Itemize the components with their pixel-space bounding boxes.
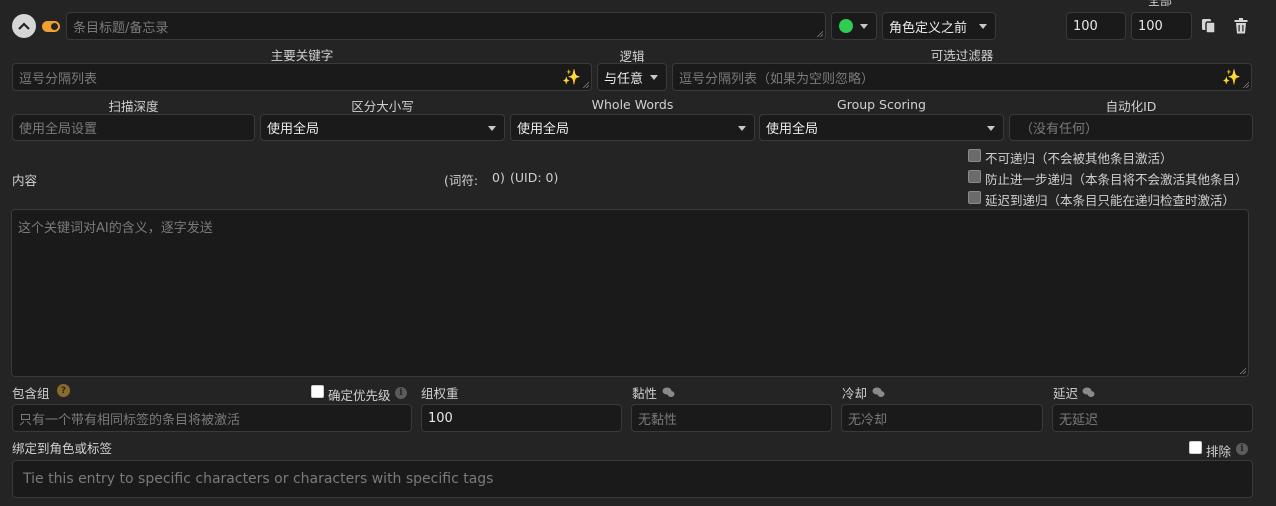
chevron-up-icon	[18, 22, 30, 30]
collapse-button[interactable]	[12, 14, 36, 38]
order-input[interactable]: 100	[1066, 12, 1126, 40]
exclude-label: 排除	[1206, 444, 1232, 459]
chat-bubbles-icon	[1082, 387, 1095, 397]
delay-input[interactable]: 无延迟	[1052, 404, 1253, 432]
chevron-down-icon	[987, 125, 995, 131]
logic-select[interactable]: 与任意	[597, 63, 667, 91]
whole-words-select[interactable]: 使用全局	[510, 114, 755, 141]
trash-icon	[1234, 18, 1248, 34]
group-scoring-value: 使用全局	[766, 122, 819, 137]
position-select[interactable]: 角色定义之前	[882, 12, 996, 40]
entry-title-placeholder: 条目标题/备忘录	[73, 20, 169, 36]
delay-recursion-checkbox[interactable]	[968, 191, 981, 204]
resize-handle[interactable]	[582, 81, 589, 88]
prioritize-label: 确定优先级	[328, 388, 391, 403]
automation-id-input[interactable]: （没有任何）	[1009, 114, 1253, 141]
whole-words-value: 使用全局	[517, 122, 570, 137]
info-icon[interactable]: i	[1236, 443, 1248, 455]
prevent-recursion-label: 防止进一步递归（本条目将不会激活其他条目）	[985, 172, 1248, 187]
position-value: 角色定义之前	[889, 20, 968, 36]
copy-icon	[1202, 19, 1216, 34]
optional-filter-label: 可选过滤器	[930, 48, 994, 63]
status-green-dot	[839, 19, 853, 33]
order-probability-header-label: 全部	[1148, 0, 1173, 8]
scan-depth-input[interactable]: 使用全局设置	[12, 114, 255, 141]
delay-recursion-label: 延迟到递归（本条目只能在递归检查时激活）	[985, 193, 1236, 208]
cooldown-input[interactable]: 无冷却	[841, 404, 1043, 432]
non-recursive-checkbox[interactable]	[968, 149, 981, 162]
scan-depth-label: 扫描深度	[108, 99, 159, 114]
primary-keywords-placeholder: 逗号分隔列表	[19, 71, 98, 87]
toggle-knob	[51, 23, 58, 30]
automation-id-placeholder: （没有任何）	[1020, 122, 1099, 137]
group-weight-label: 组权重	[421, 386, 459, 401]
info-icon[interactable]: i	[395, 387, 407, 399]
resize-handle[interactable]	[816, 30, 823, 37]
cooldown-placeholder: 无冷却	[848, 412, 888, 428]
entry-status-select[interactable]	[831, 12, 877, 40]
entry-enabled-toggle[interactable]	[42, 21, 60, 32]
help-icon[interactable]: ?	[57, 384, 70, 397]
sticky-input[interactable]: 无黏性	[631, 404, 832, 432]
exclude-checkbox[interactable]	[1189, 441, 1202, 454]
content-label: 内容	[12, 173, 38, 188]
primary-keywords-label: 主要关键字	[270, 48, 334, 63]
prevent-recursion-checkbox[interactable]	[968, 170, 981, 183]
chevron-down-icon	[650, 75, 658, 80]
case-sensitive-label: 区分大小写	[351, 99, 414, 114]
chat-bubbles-icon	[662, 387, 675, 397]
token-count-label: (词符:	[444, 173, 479, 188]
case-sensitive-select[interactable]: 使用全局	[260, 114, 505, 141]
scan-depth-placeholder: 使用全局设置	[19, 122, 98, 137]
probability-value: 100	[1138, 18, 1163, 34]
sticky-placeholder: 无黏性	[638, 412, 678, 428]
chevron-down-icon	[860, 24, 868, 29]
cooldown-label: 冷却	[842, 386, 868, 401]
delay-label: 延迟	[1053, 386, 1079, 401]
sparkle-icon[interactable]: ✨	[1222, 68, 1241, 86]
sticky-label: 黏性	[632, 386, 658, 401]
inclusion-group-placeholder: 只有一个带有相同标签的条目将被激活	[19, 412, 241, 428]
duplicate-button[interactable]	[1198, 15, 1220, 37]
order-value: 100	[1073, 18, 1098, 34]
bind-character-label: 绑定到角色或标签	[12, 441, 113, 456]
chevron-down-icon	[488, 125, 496, 131]
resize-handle[interactable]	[1242, 81, 1249, 88]
chat-bubbles-icon	[872, 387, 885, 397]
primary-keywords-input[interactable]: 逗号分隔列表 ✨	[12, 63, 592, 91]
logic-value: 与任意	[604, 71, 644, 87]
inclusion-group-label: 包含组	[12, 386, 50, 401]
case-sensitive-value: 使用全局	[267, 122, 320, 137]
prioritize-checkbox[interactable]	[311, 385, 324, 398]
entry-title-input[interactable]: 条目标题/备忘录	[66, 12, 826, 40]
inclusion-group-input[interactable]: 只有一个带有相同标签的条目将被激活	[12, 404, 412, 432]
content-textarea[interactable]: 这个关键词对AI的含义，逐字发送	[11, 209, 1249, 377]
bind-character-input[interactable]: Tie this entry to specific characters or…	[12, 460, 1253, 498]
non-recursive-label: 不可递归（不会被其他条目激活）	[985, 151, 1173, 166]
group-scoring-select[interactable]: 使用全局	[759, 114, 1004, 141]
optional-filter-placeholder: 逗号分隔列表（如果为空则忽略）	[679, 71, 875, 87]
uid-text: (UID: 0)	[510, 170, 559, 185]
chevron-down-icon	[979, 24, 987, 29]
delete-button[interactable]	[1230, 15, 1252, 37]
probability-input[interactable]: 100	[1131, 12, 1192, 40]
whole-words-label: Whole Words	[591, 97, 674, 112]
optional-filter-input[interactable]: 逗号分隔列表（如果为空则忽略） ✨	[672, 63, 1252, 91]
sparkle-icon[interactable]: ✨	[562, 68, 581, 86]
content-placeholder: 这个关键词对AI的含义，逐字发送	[18, 221, 213, 236]
resize-handle[interactable]	[1239, 367, 1246, 374]
group-weight-value: 100	[428, 410, 453, 426]
token-count-value: 0)	[492, 170, 505, 185]
delay-placeholder: 无延迟	[1059, 412, 1099, 428]
chevron-down-icon	[738, 125, 746, 131]
bind-character-placeholder: Tie this entry to specific characters or…	[23, 471, 494, 487]
group-weight-input[interactable]: 100	[421, 404, 622, 432]
group-scoring-label: Group Scoring	[837, 97, 926, 112]
automation-id-label: 自动化ID	[1105, 99, 1157, 114]
